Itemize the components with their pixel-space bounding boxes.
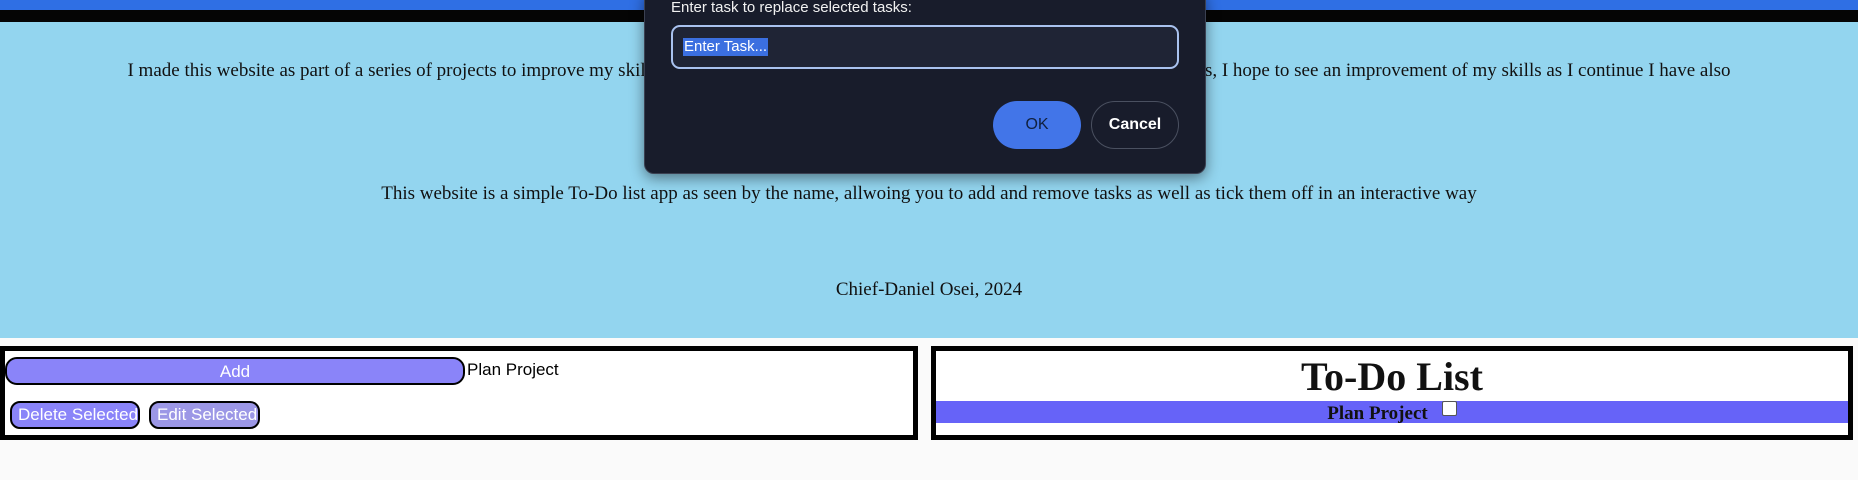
edit-selected-button[interactable]: Edit Selected (149, 401, 260, 429)
task-input[interactable]: Plan Project (467, 360, 559, 380)
add-button[interactable]: Add (5, 357, 465, 385)
list-item: Plan Project (936, 401, 1848, 424)
cancel-button[interactable]: Cancel (1091, 101, 1179, 149)
task-checkbox[interactable] (1441, 401, 1457, 416)
description-paragraph: This website is a simple To-Do list app … (381, 183, 1477, 204)
delete-selected-button[interactable]: Delete Selected (10, 401, 140, 429)
dialog-task-input[interactable]: Enter Task... (671, 25, 1179, 69)
todo-list-panel: To-Do List Plan Project (931, 346, 1853, 440)
credit-text: Chief-Daniel Osei, 2024 (835, 279, 1023, 300)
dialog-input-value: Enter Task... (683, 38, 769, 56)
ok-button[interactable]: OK (993, 101, 1081, 149)
prompt-dialog: Enter task to replace selected tasks: En… (644, 0, 1206, 174)
dialog-message: Enter task to replace selected tasks: (671, 0, 912, 16)
todo-title: To-Do List (1301, 354, 1483, 399)
controls-panel: Add Plan Project Delete Selected Edit Se… (0, 346, 918, 440)
task-label: Plan Project (1327, 403, 1428, 424)
